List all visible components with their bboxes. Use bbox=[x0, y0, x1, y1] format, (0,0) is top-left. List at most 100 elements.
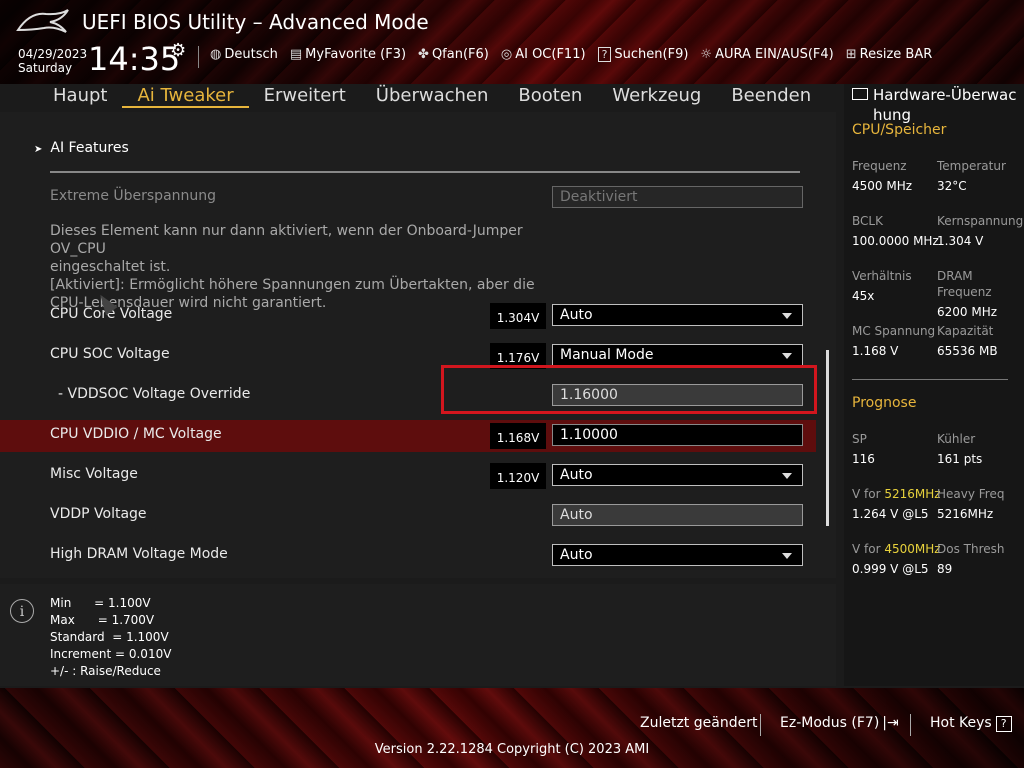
cpu-core-voltage-select[interactable]: Auto bbox=[552, 304, 803, 326]
cpu-vddio-mc-voltage-input[interactable]: 1.10000 bbox=[552, 424, 803, 446]
date-display: 04/29/2023 Saturday bbox=[18, 47, 87, 75]
cooler-value: 161 pts bbox=[937, 452, 983, 466]
v-for-base-value: 0.999 V @L5 bbox=[852, 562, 929, 576]
chevron-right-icon: ➤ bbox=[34, 144, 43, 155]
tab-ueberwachen[interactable]: Überwachen bbox=[361, 84, 504, 112]
temp-value: 32°C bbox=[937, 179, 967, 193]
footer-divider bbox=[760, 714, 761, 736]
chevron-down-icon bbox=[782, 473, 792, 479]
resize-bar-icon: ⊞ bbox=[845, 47, 857, 62]
tab-erweitert[interactable]: Erweitert bbox=[249, 84, 361, 112]
v-for-high-label: V for 5216MHz bbox=[852, 487, 941, 501]
sp-value: 116 bbox=[852, 452, 875, 466]
ai-chip-icon: ◎ bbox=[500, 47, 513, 62]
footer-divider bbox=[910, 714, 911, 736]
cpu-core-voltage-reading: 1.304V bbox=[490, 303, 546, 329]
vddp-voltage-input[interactable]: Auto bbox=[552, 504, 803, 526]
chevron-down-icon bbox=[782, 353, 792, 359]
aura-light-icon: ☼ bbox=[700, 47, 713, 62]
dos-thresh-value: 89 bbox=[937, 562, 953, 576]
tab-haupt[interactable]: Haupt bbox=[38, 84, 122, 112]
chevron-down-icon bbox=[782, 313, 792, 319]
resize-bar-button[interactable]: ⊞ Resize BAR bbox=[846, 47, 933, 62]
tab-beenden[interactable]: Beenden bbox=[716, 84, 826, 112]
hot-keys-button[interactable]: Hot Keys? bbox=[930, 715, 1012, 732]
exit-arrow-icon: |⇥ bbox=[882, 715, 899, 731]
cpu-soc-voltage-select[interactable]: Manual Mode bbox=[552, 344, 803, 366]
dram-freq-value: 6200 MHz bbox=[937, 305, 998, 319]
hardware-monitor-panel bbox=[844, 84, 1024, 686]
settings-scrollbar[interactable] bbox=[826, 350, 829, 526]
mc-voltage-label: MC Spannung bbox=[852, 324, 936, 338]
core-voltage-label: Kernspannung bbox=[937, 214, 1024, 228]
vddp-voltage-label: VDDP Voltage bbox=[50, 506, 147, 522]
misc-voltage-reading: 1.120V bbox=[490, 463, 546, 489]
extreme-overvoltage-field: Deaktiviert bbox=[552, 186, 803, 208]
question-icon: ? bbox=[995, 716, 1012, 732]
sp-label: SP bbox=[852, 432, 867, 446]
search-button[interactable]: ? Suchen(F9) bbox=[597, 47, 688, 62]
qfan-button[interactable]: ✤ Qfan(F6) bbox=[418, 47, 489, 62]
app-title: UEFI BIOS Utility – Advanced Mode bbox=[82, 10, 429, 34]
language-button[interactable]: ◍ Deutsch bbox=[210, 47, 278, 62]
highlight-box bbox=[441, 365, 817, 414]
temp-label: Temperatur bbox=[937, 159, 1006, 173]
high-dram-voltage-mode-label: High DRAM Voltage Mode bbox=[50, 546, 228, 562]
rog-logo-icon bbox=[16, 9, 69, 33]
vddsoc-override-label: - VDDSOC Voltage Override bbox=[58, 386, 251, 402]
capacity-label: Kapazität bbox=[937, 324, 994, 338]
core-voltage-value: 1.304 V bbox=[937, 234, 984, 248]
misc-voltage-select[interactable]: Auto bbox=[552, 464, 803, 486]
bclk-value: 100.0000 MHz bbox=[852, 234, 939, 248]
fan-icon: ✤ bbox=[418, 47, 429, 62]
extreme-overvoltage-label: Extreme Überspannung bbox=[50, 188, 217, 204]
last-changed-button[interactable]: Zuletzt geändert bbox=[640, 715, 757, 731]
section-divider bbox=[50, 171, 800, 173]
heavy-freq-value: 5216MHz bbox=[937, 507, 994, 521]
high-dram-voltage-mode-select[interactable]: Auto bbox=[552, 544, 803, 566]
monitor-icon bbox=[852, 88, 868, 100]
cpu-vddio-mc-voltage-reading: 1.168V bbox=[490, 423, 546, 449]
favorite-icon: ▤ bbox=[289, 47, 303, 62]
ez-mode-button[interactable]: Ez-Modus (F7) |⇥ bbox=[780, 715, 899, 731]
main-tabs: Haupt Ai Tweaker Erweitert Überwachen Bo… bbox=[38, 84, 826, 112]
cpu-vddio-mc-voltage-label: CPU VDDIO / MC Voltage bbox=[50, 426, 222, 442]
info-text: Min = 1.100V Max = 1.700V Standard = 1.1… bbox=[50, 596, 172, 678]
search-question-icon: ? bbox=[597, 47, 612, 62]
ratio-label: Verhältnis bbox=[852, 269, 912, 283]
info-icon: i bbox=[10, 599, 34, 623]
prognosis-section: Prognose bbox=[852, 395, 917, 411]
tab-werkzeug[interactable]: Werkzeug bbox=[597, 84, 716, 112]
gear-icon[interactable]: ⚙ bbox=[170, 40, 186, 61]
clock-time: 14:35 bbox=[88, 40, 181, 78]
capacity-value: 65536 MB bbox=[937, 344, 998, 358]
v-for-base-label: V for 4500MHz bbox=[852, 542, 941, 556]
ai-oc-button[interactable]: ◎ AI OC(F11) bbox=[501, 47, 586, 62]
globe-icon: ◍ bbox=[210, 47, 222, 62]
tab-ai-tweaker[interactable]: Ai Tweaker bbox=[122, 84, 249, 108]
tab-booten[interactable]: Booten bbox=[503, 84, 597, 112]
dram-freq-label: DRAM Frequenz bbox=[937, 269, 992, 299]
freq-value: 4500 MHz bbox=[852, 179, 913, 193]
header-divider bbox=[198, 46, 199, 68]
help-text: Dieses Element kann nur dann aktiviert, … bbox=[50, 223, 535, 311]
ratio-value: 45x bbox=[852, 289, 875, 303]
version-text: Version 2.22.1284 Copyright (C) 2023 AMI bbox=[374, 742, 650, 757]
freq-label: Frequenz bbox=[852, 159, 907, 173]
aura-button[interactable]: ☼ AURA EIN/AUS(F4) bbox=[700, 47, 833, 62]
cpu-soc-voltage-label: CPU SOC Voltage bbox=[50, 346, 170, 362]
bclk-label: BCLK bbox=[852, 214, 883, 228]
v-for-high-value: 1.264 V @L5 bbox=[852, 507, 929, 521]
cpu-memory-section: CPU/Speicher bbox=[852, 122, 947, 138]
myfavorite-button[interactable]: ▤ MyFavorite (F3) bbox=[290, 47, 406, 62]
weekday-text: Saturday bbox=[18, 61, 73, 75]
misc-voltage-label: Misc Voltage bbox=[50, 466, 138, 482]
heavy-freq-label: Heavy Freq bbox=[937, 487, 1005, 501]
header-toolbar: ◍ Deutsch ▤ MyFavorite (F3) ✤ Qfan(F6) ◎ AI … bbox=[210, 47, 932, 62]
cooler-label: Kühler bbox=[937, 432, 976, 446]
hw-divider bbox=[852, 379, 1008, 380]
mc-voltage-value: 1.168 V bbox=[852, 344, 899, 358]
ai-features-link[interactable]: ➤ AI Features bbox=[34, 140, 129, 156]
dos-thresh-label: Dos Thresh bbox=[937, 542, 1005, 556]
chevron-down-icon bbox=[782, 553, 792, 559]
